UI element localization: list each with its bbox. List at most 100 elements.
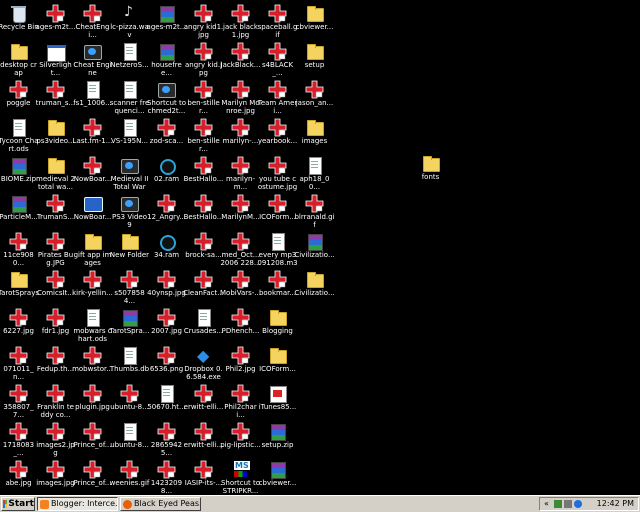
desktop-icon[interactable]: ages-m2t... — [36, 2, 75, 40]
desktop-icon[interactable]: scanner frequenci... — [110, 78, 149, 116]
desktop-icon[interactable]: 40ynsp.jpg — [147, 268, 186, 306]
start-button[interactable]: Start — [1, 497, 35, 511]
desktop-icon[interactable]: you tube costume.jpg — [258, 154, 297, 192]
desktop-icon[interactable]: images.jpg — [36, 458, 75, 496]
desktop-icon[interactable]: s5078584... — [111, 268, 148, 306]
taskbar-task-blogger[interactable]: Blogger: Interce... — [37, 497, 118, 511]
desktop-icon[interactable]: Prince_of... — [74, 458, 111, 496]
desktop-icon[interactable]: Last.fm-1... — [73, 116, 112, 154]
desktop-icon[interactable]: fs1_1006... — [73, 78, 112, 116]
desktop-icon[interactable]: IASIP-its-... — [185, 458, 222, 496]
desktop-icon[interactable]: PS3 Video 9 — [111, 192, 148, 230]
desktop-icon[interactable]: desktop crap — [0, 40, 37, 78]
taskbar-task-black-eyed-peas[interactable]: Black Eyed Peas... — [120, 497, 201, 511]
network-icon[interactable] — [554, 500, 562, 508]
desktop-icon[interactable]: housefree... — [148, 40, 185, 78]
desktop-icon[interactable]: brock-sa... — [185, 230, 222, 268]
desktop-icon[interactable]: fonts — [412, 152, 449, 190]
desktop-icon[interactable]: pig-lipstic... — [220, 420, 261, 458]
desktop-icon[interactable]: Dropbox 0.6.584.exe — [184, 344, 222, 382]
desktop-icon[interactable]: 071011_n... — [0, 344, 37, 382]
desktop-icon[interactable]: VS-195N... — [111, 116, 148, 154]
desktop-icon[interactable]: kirk-yellin... — [72, 268, 113, 306]
desktop-icon[interactable]: 28659425... — [148, 420, 185, 458]
desktop-icon[interactable]: marilyn-... — [222, 116, 259, 154]
desktop-icon[interactable]: jack black 1.jpg — [222, 2, 259, 40]
desktop-icon[interactable]: images2.jpg — [36, 420, 75, 458]
desktop-icon[interactable]: Civilizatio... — [294, 230, 335, 268]
desktop-icon[interactable]: med_Oct... 2006 228... — [220, 230, 261, 268]
desktop-icon[interactable]: MobiVars-... — [220, 268, 261, 306]
desktop-icon[interactable]: yearbook... — [258, 116, 297, 154]
desktop-icon[interactable]: Shortcut to chmed2t... — [147, 78, 186, 116]
desktop-icon[interactable]: MarilynM... — [221, 192, 260, 230]
desktop-icon[interactable]: Crusades... — [184, 306, 223, 344]
desktop-icon[interactable]: marilyn-m... — [222, 154, 259, 192]
desktop-icon[interactable]: images — [296, 116, 333, 154]
desktop-icon[interactable]: erwitt-elli... — [184, 382, 223, 420]
desktop-icon[interactable]: ParticleM... — [0, 192, 38, 230]
desktop-icon[interactable]: weenies.gif — [110, 458, 149, 496]
desktop-icon[interactable]: 2007.jpg — [148, 306, 185, 344]
desktop-icon[interactable]: Civilizatio... — [294, 268, 335, 306]
desktop-icon[interactable]: 14232098... — [148, 458, 185, 496]
desktop-icon[interactable]: Prince_of... — [74, 420, 111, 458]
desktop-icon[interactable]: Cheat Engine — [73, 40, 112, 78]
desktop-icon[interactable]: zod-sca... — [148, 116, 185, 154]
desktop-icon[interactable]: ubuntu-8... — [110, 382, 149, 420]
desktop-icon[interactable]: CheatEngi... — [74, 2, 111, 40]
desktop-icon[interactable]: medieval 2 total wa... — [36, 154, 75, 192]
desktop-icon[interactable]: every mp3 091208.m3u — [257, 230, 298, 268]
desktop-icon[interactable]: setup.zip — [259, 420, 296, 458]
desktop-icon[interactable]: ubuntu-8... — [110, 420, 149, 458]
messenger-icon[interactable] — [574, 500, 582, 508]
desktop-icon[interactable]: bookmar... — [259, 268, 296, 306]
desktop-icon[interactable]: angry kid1.jpg — [184, 2, 223, 40]
tray-expand-icon[interactable]: « — [542, 499, 551, 509]
desktop-icon[interactable]: Blogging — [259, 306, 296, 344]
desktop-icon[interactable]: iTunes85... — [259, 382, 296, 420]
desktop-icon[interactable]: ages-m2t... — [147, 2, 186, 40]
desktop-icon[interactable]: aph18_00... — [296, 154, 333, 192]
desktop-icon[interactable]: Phil2.jpg — [222, 344, 259, 382]
desktop-icon[interactable]: NowBoar... — [74, 192, 111, 230]
desktop-icon[interactable]: jason_an... — [296, 78, 333, 116]
desktop-icon[interactable]: ComicsIt... — [37, 268, 74, 306]
desktop-icon[interactable]: lc-pizza.wav — [110, 2, 149, 40]
desktop-icon[interactable]: 50670.ht... — [147, 382, 186, 420]
desktop-icon[interactable]: Silverlight... — [37, 40, 74, 78]
desktop-icon[interactable]: poggle — [0, 78, 37, 116]
desktop-icon[interactable]: 02.ram — [148, 154, 185, 192]
desktop-icon[interactable]: s4BLACK_... — [259, 40, 296, 78]
desktop-icon[interactable]: Recycle Bin — [0, 2, 39, 40]
desktop-icon[interactable]: ICOForm... — [259, 344, 296, 382]
desktop-icon[interactable]: ps3video... — [36, 116, 75, 154]
desktop-icon[interactable]: Fedup.th... — [37, 344, 74, 382]
desktop-icon[interactable]: angry kid.jpg — [185, 40, 222, 78]
desktop-icon[interactable]: mobwars chart.ods — [73, 306, 112, 344]
desktop-icon[interactable]: 34.ram — [148, 230, 185, 268]
desktop-icon[interactable]: Franklin teddy co... — [37, 382, 74, 420]
desktop-icon[interactable]: PDhench... — [222, 306, 259, 344]
desktop-icon[interactable]: TarotSprays — [0, 268, 39, 306]
desktop-icon[interactable]: Medieval II Total War — [111, 154, 148, 192]
desktop-icon[interactable]: erwitt-elli... — [184, 420, 223, 458]
desktop-icon[interactable]: mobwstor... — [72, 344, 113, 382]
desktop-icon[interactable]: fdr1.jpg — [37, 306, 74, 344]
desktop-icon[interactable]: Thumbs.db — [110, 344, 149, 382]
desktop-icon[interactable]: Shortcut to STRIPKR... — [221, 458, 260, 496]
desktop-icon[interactable]: 358807_7... — [0, 382, 37, 420]
desktop-icon[interactable]: gift app images — [74, 230, 111, 268]
clock[interactable]: 12:42 PM — [597, 498, 634, 510]
desktop-icon[interactable]: ben-stiller... — [185, 78, 222, 116]
desktop-icon[interactable]: Pirates Bug.JPG — [37, 230, 74, 268]
desktop-icon[interactable]: Team Ameri... — [258, 78, 297, 116]
desktop-icon[interactable]: NetzeroS... — [110, 40, 149, 78]
desktop[interactable]: Recycle Binages-m2t...CheatEngi...lc-piz… — [0, 0, 640, 495]
desktop-icon[interactable]: BestHallo... — [184, 154, 223, 192]
desktop-icon[interactable]: ICOForm... — [259, 192, 296, 230]
volume-icon[interactable] — [564, 500, 572, 508]
desktop-icon[interactable]: truman_s... — [36, 78, 75, 116]
desktop-icon[interactable]: spaceball.gif — [258, 2, 297, 40]
desktop-icon[interactable]: JackBlack... — [221, 40, 260, 78]
